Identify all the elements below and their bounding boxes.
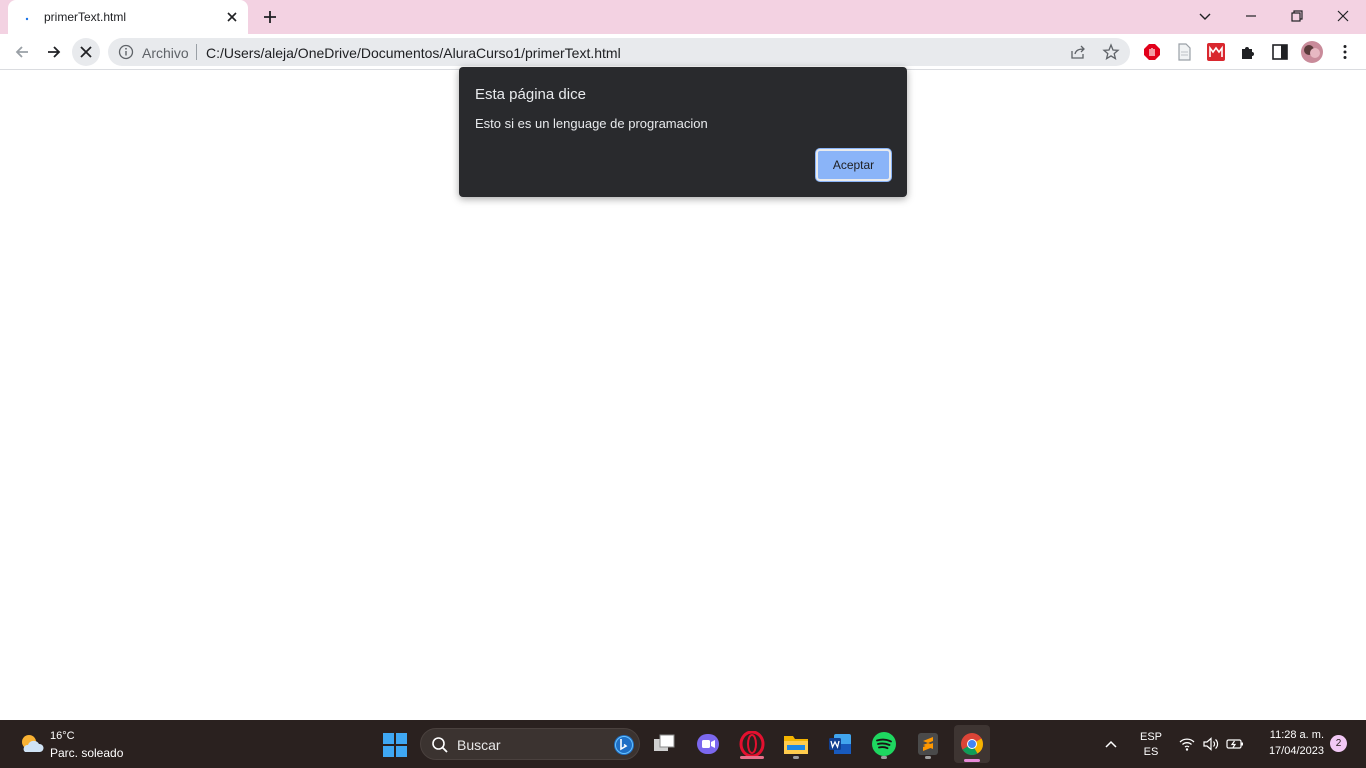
restore-icon[interactable] — [1283, 4, 1311, 28]
minimize-icon[interactable] — [1237, 4, 1265, 28]
spotify-icon — [872, 732, 896, 756]
show-hidden-icons-icon[interactable] — [1103, 736, 1119, 752]
more-menu-icon[interactable] — [1336, 43, 1354, 61]
tab-title: primerText.html — [44, 10, 127, 24]
file-explorer-button[interactable] — [780, 728, 812, 760]
stop-loading-button[interactable] — [72, 38, 100, 66]
new-tab-icon[interactable] — [260, 7, 280, 27]
sublime-running-indicator — [925, 756, 931, 759]
chrome-icon — [961, 733, 983, 755]
opera-active-indicator — [740, 756, 764, 759]
opera-button[interactable] — [736, 728, 768, 760]
site-info-icon[interactable] — [118, 44, 134, 60]
partly-sunny-icon[interactable] — [18, 732, 44, 756]
opera-icon — [739, 731, 765, 757]
share-icon[interactable] — [1070, 44, 1086, 60]
wifi-icon[interactable] — [1178, 735, 1196, 753]
windows-start-icon[interactable] — [383, 733, 407, 757]
side-panel-icon[interactable] — [1271, 43, 1289, 61]
folder-icon — [784, 736, 808, 754]
dialog-message: Esto si es un lenguage de programacion — [475, 116, 708, 131]
weather-temperature: 16°C — [50, 730, 75, 742]
volume-icon[interactable] — [1202, 735, 1220, 753]
url-text[interactable]: C:/Users/aleja/OneDrive/Documentos/Alura… — [206, 45, 621, 61]
battery-charging-icon[interactable] — [1226, 735, 1244, 753]
forward-button[interactable] — [40, 38, 68, 66]
word-button[interactable] — [824, 728, 856, 760]
tab-strip: primerText.html — [0, 0, 1366, 34]
clock-time[interactable]: 11:28 a. m. — [1256, 729, 1324, 741]
close-tab-icon[interactable] — [224, 9, 240, 25]
address-bar[interactable]: Archivo C:/Users/aleja/OneDrive/Document… — [108, 38, 1130, 66]
chrome-button[interactable] — [954, 725, 990, 763]
accept-button[interactable]: Aceptar — [816, 149, 891, 181]
input-language-indicator[interactable]: ESP ES — [1140, 730, 1162, 760]
adblock-extension-icon[interactable] — [1143, 43, 1161, 61]
notification-count-badge[interactable]: 2 — [1330, 735, 1347, 752]
sublime-text-button[interactable] — [912, 728, 944, 760]
bing-chat-icon[interactable] — [613, 734, 635, 756]
chat-icon — [697, 734, 719, 754]
word-icon — [829, 734, 851, 754]
omnibox-divider — [196, 44, 197, 60]
task-view-button[interactable] — [648, 728, 680, 760]
tab-search-icon[interactable] — [1191, 4, 1219, 28]
bookmark-star-icon[interactable] — [1102, 43, 1120, 61]
extensions-puzzle-icon[interactable] — [1239, 43, 1257, 61]
close-window-icon[interactable] — [1329, 4, 1357, 28]
teams-chat-button[interactable] — [692, 728, 724, 760]
language-code: ESP — [1140, 731, 1163, 743]
back-button[interactable] — [8, 38, 36, 66]
profile-avatar[interactable] — [1301, 41, 1323, 63]
stop-icon — [80, 46, 92, 58]
sublime-text-icon — [918, 733, 938, 755]
weather-description: Parc. soleado — [50, 746, 124, 760]
document-extension-icon[interactable] — [1175, 43, 1193, 61]
chrome-active-indicator — [964, 759, 980, 762]
spotify-running-indicator — [881, 756, 887, 759]
search-icon — [432, 737, 448, 753]
windows-taskbar: 16°C Parc. soleado Buscar ESP ES 11:28 a… — [0, 720, 1366, 768]
browser-tab[interactable]: primerText.html — [8, 0, 248, 34]
keyboard-layout-code: ES — [1143, 746, 1159, 758]
back-arrow-icon — [15, 46, 28, 58]
browser-toolbar: Archivo C:/Users/aleja/OneDrive/Document… — [0, 34, 1366, 70]
task-view-icon — [654, 734, 675, 751]
clock-date[interactable]: 17/04/2023 — [1256, 745, 1324, 757]
loading-favicon-icon — [25, 17, 29, 21]
url-scheme-label: Archivo — [142, 45, 189, 61]
explorer-running-indicator — [793, 756, 799, 759]
forward-arrow-icon — [48, 46, 61, 58]
spotify-button[interactable] — [868, 728, 900, 760]
mega-extension-icon[interactable] — [1207, 43, 1225, 61]
dialog-title: Esta página dice — [475, 86, 586, 103]
alert-dialog: Esta página dice Esto si es un lenguage … — [459, 67, 907, 197]
taskbar-search[interactable]: Buscar — [420, 728, 640, 760]
search-placeholder: Buscar — [457, 737, 501, 753]
